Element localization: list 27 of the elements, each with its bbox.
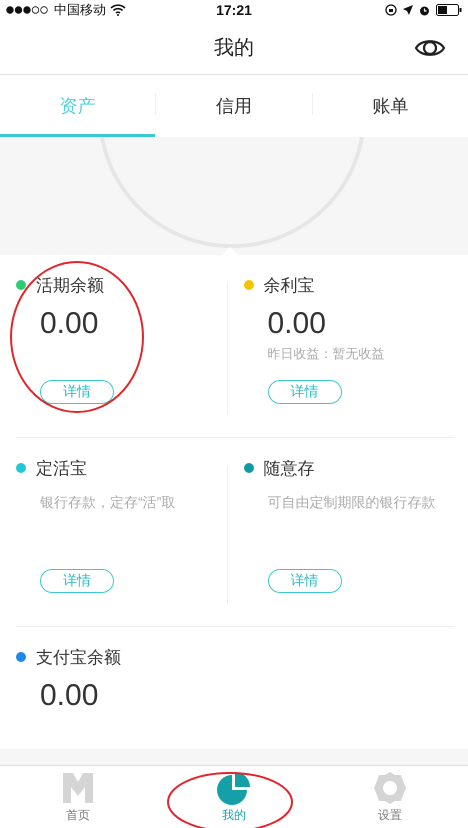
account-name: 定活宝 (36, 458, 87, 480)
m-logo-icon (61, 771, 95, 805)
account-description: 银行存款，定存“活”取 (40, 494, 176, 512)
account-name: 余利宝 (264, 274, 314, 296)
battery-icon (436, 4, 462, 16)
signal-icon (6, 6, 50, 14)
wifi-icon (110, 4, 126, 16)
page-title: 我的 (214, 36, 254, 60)
account-name: 活期余额 (36, 274, 104, 296)
alarm-clock-icon (419, 4, 430, 16)
details-button[interactable]: 详情 (40, 569, 114, 593)
details-button[interactable]: 详情 (268, 569, 342, 593)
details-button[interactable]: 详情 (40, 380, 114, 404)
pie-chart-icon (217, 771, 251, 805)
location-arrow-icon (403, 5, 413, 15)
account-amount: 0.00 (40, 307, 100, 341)
account-amount: 0.00 (268, 307, 327, 341)
clock-time: 17:21 (216, 2, 252, 18)
account-name: 支付宝余额 (36, 646, 121, 668)
details-button[interactable]: 详情 (268, 380, 342, 404)
account-name: 随意存 (264, 458, 314, 480)
rotation-lock-icon (385, 4, 397, 16)
gear-icon (373, 771, 407, 805)
account-note: 昨日收益：暂无收益 (268, 345, 386, 363)
account-amount: 0.00 (40, 679, 100, 713)
carrier-name: 中国移动 (54, 1, 106, 19)
account-description: 可自由定制期限的银行存款 (268, 494, 436, 512)
